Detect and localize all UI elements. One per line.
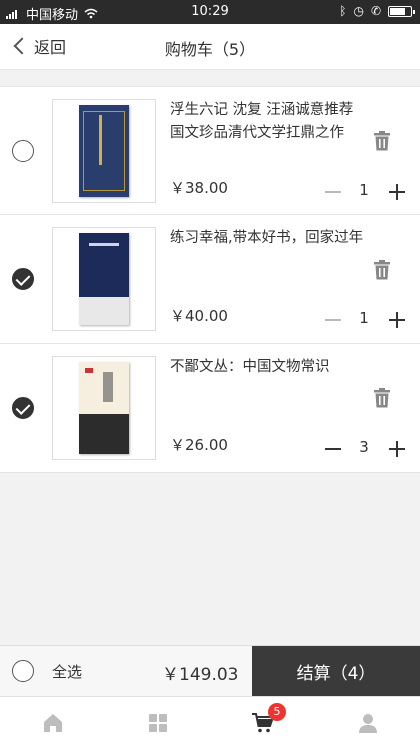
tab-home[interactable] bbox=[0, 697, 105, 747]
increase-button[interactable] bbox=[388, 440, 406, 458]
cart-item: 不鄙文丛：中国文物常识 ￥26.00 3 bbox=[0, 344, 420, 473]
increase-button[interactable] bbox=[388, 311, 406, 329]
item-price: ￥38.00 bbox=[170, 179, 228, 197]
item-checkbox[interactable] bbox=[12, 140, 34, 162]
quantity-stepper: 1 bbox=[324, 179, 412, 203]
alarm-icon: ◷ bbox=[353, 4, 364, 18]
tab-cart[interactable]: 5 bbox=[210, 697, 315, 747]
cart-item: 练习幸福,带本好书，回家过年 ￥40.00 1 bbox=[0, 215, 420, 344]
quantity-stepper: 1 bbox=[324, 307, 412, 331]
checkout-bar: 全选 ￥149.03 结算（4） bbox=[0, 645, 420, 697]
cart-badge: 5 bbox=[268, 703, 286, 721]
nav-bar: 返回 购物车（5） bbox=[0, 24, 420, 70]
total-price: ￥149.03 bbox=[162, 665, 239, 685]
book-cover[interactable] bbox=[52, 227, 156, 331]
tab-category[interactable] bbox=[105, 697, 210, 747]
cart-item: 浮生六记 沈复 汪涵诚意推荐 国文珍品清代文学扛鼎之作 ￥38.00 1 bbox=[0, 86, 420, 215]
tab-profile[interactable] bbox=[315, 697, 420, 747]
tab-bar: 5 bbox=[0, 696, 420, 747]
book-cover[interactable] bbox=[52, 99, 156, 203]
checkout-button[interactable]: 结算（4） bbox=[252, 646, 420, 697]
increase-button[interactable] bbox=[388, 183, 406, 201]
quantity-value: 3 bbox=[359, 438, 369, 456]
quantity-stepper: 3 bbox=[324, 436, 412, 460]
decrease-button[interactable] bbox=[324, 311, 342, 329]
call-icon: ✆ bbox=[370, 4, 381, 18]
page-title: 购物车（5） bbox=[164, 40, 256, 59]
status-bar: 中国移动 10:29 ᛒ ◷ ✆ bbox=[0, 0, 420, 24]
select-all-label[interactable]: 全选 bbox=[52, 661, 82, 682]
trash-icon[interactable] bbox=[373, 131, 391, 151]
cart-list: 浮生六记 沈复 汪涵诚意推荐 国文珍品清代文学扛鼎之作 ￥38.00 1 练习幸… bbox=[0, 86, 420, 473]
item-checkbox[interactable] bbox=[12, 397, 34, 419]
battery-icon bbox=[388, 5, 415, 17]
item-title[interactable]: 练习幸福,带本好书，回家过年 bbox=[170, 227, 365, 250]
item-price: ￥40.00 bbox=[170, 307, 228, 325]
item-title[interactable]: 不鄙文丛：中国文物常识 bbox=[170, 356, 365, 379]
bluetooth-icon: ᛒ bbox=[339, 4, 347, 18]
profile-icon bbox=[358, 713, 377, 733]
category-icon bbox=[148, 713, 167, 732]
item-title[interactable]: 浮生六记 沈复 汪涵诚意推荐 国文珍品清代文学扛鼎之作 bbox=[170, 99, 365, 145]
item-price: ￥26.00 bbox=[170, 436, 228, 454]
decrease-button[interactable] bbox=[324, 440, 342, 458]
book-cover[interactable] bbox=[52, 356, 156, 460]
home-icon bbox=[43, 713, 62, 732]
decrease-button[interactable] bbox=[324, 183, 342, 201]
trash-icon[interactable] bbox=[373, 260, 391, 280]
quantity-value: 1 bbox=[359, 181, 369, 199]
item-checkbox[interactable] bbox=[12, 268, 34, 290]
select-all-checkbox[interactable] bbox=[12, 660, 34, 682]
trash-icon[interactable] bbox=[373, 388, 391, 408]
quantity-value: 1 bbox=[359, 309, 369, 327]
